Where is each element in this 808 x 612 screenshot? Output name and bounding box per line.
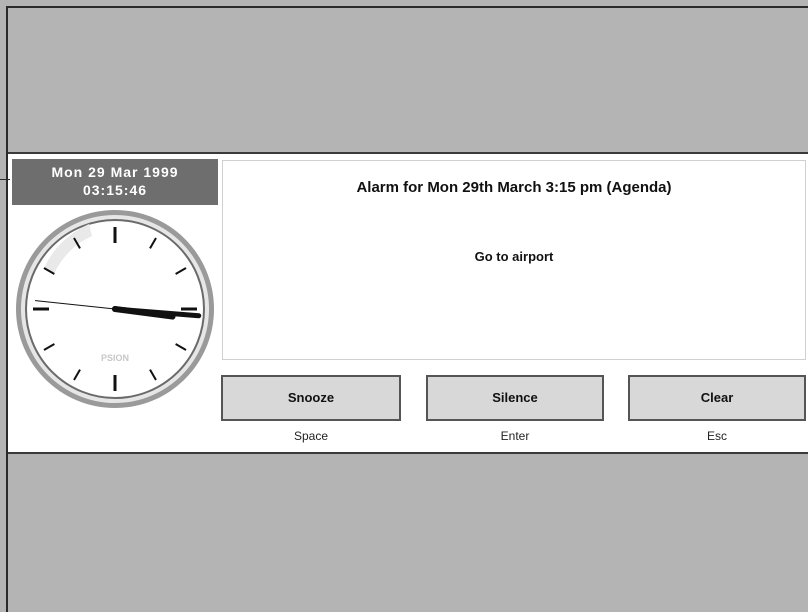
silence-button[interactable]: Silence [426,375,604,421]
clear-shortcut-label: Esc [706,429,727,443]
clock-hub [112,306,118,312]
clear-button[interactable]: Clear [628,375,806,421]
snooze-button[interactable]: Snooze [221,375,401,421]
clock-brand-text: PSION [101,353,129,363]
date-text: Mon 29 Mar 1999 [51,164,179,180]
snooze-shortcut-label: Space [293,429,329,443]
datetime-display: Mon 29 Mar 1999 03:15:46 [12,159,218,205]
time-text: 03:15:46 [82,182,148,198]
analog-clock: PSION [16,210,214,408]
silence-shortcut-label: Enter [500,429,530,443]
alarm-title: Alarm for Mon 29th March 3:15 pm (Agenda… [356,179,672,196]
pointer-line [0,179,10,180]
alarm-message: Go to airport [474,249,554,264]
message-panel: Alarm for Mon 29th March 3:15 pm (Agenda… [222,160,806,360]
